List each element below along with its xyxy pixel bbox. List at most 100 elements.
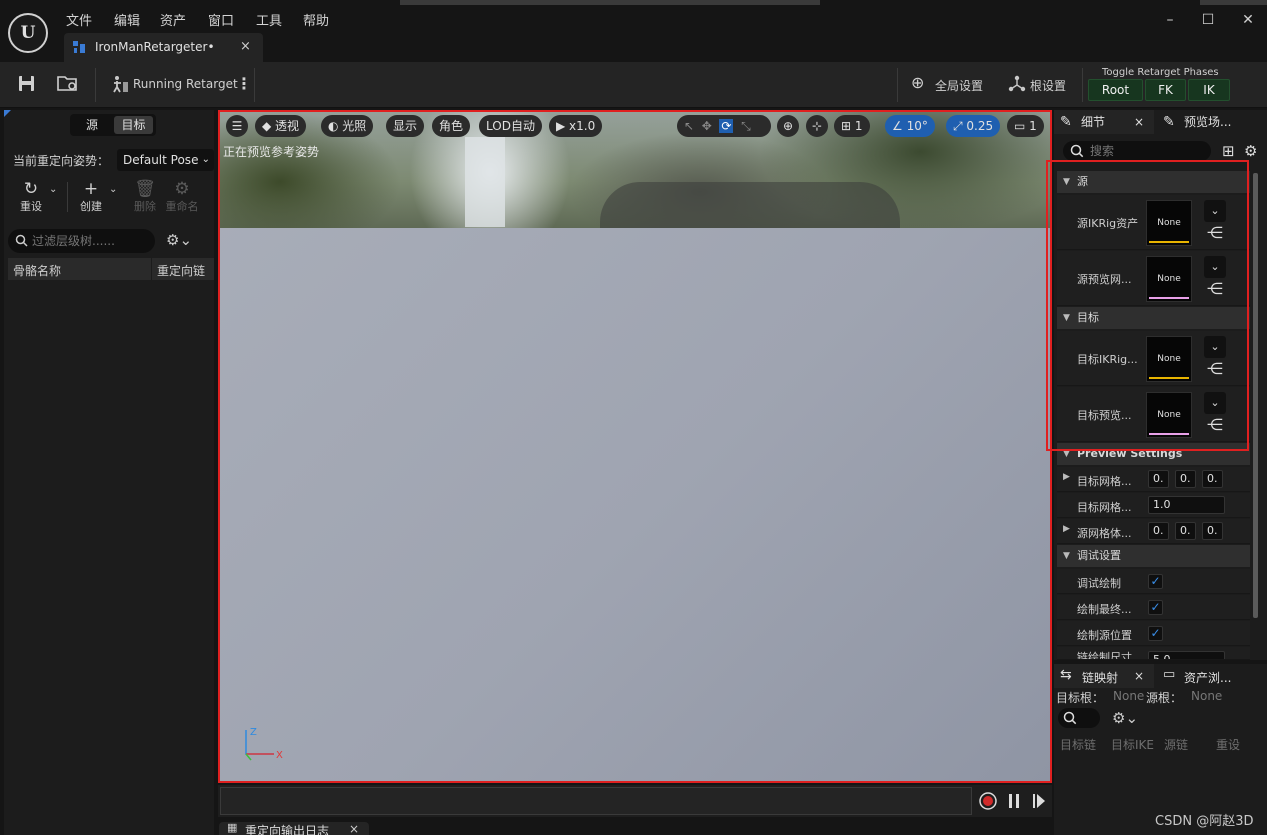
asset-thumbnail[interactable]: None [1146, 392, 1192, 438]
timeline-field[interactable] [220, 787, 972, 815]
camera-speed-button[interactable]: ▭ 1 [1007, 115, 1044, 137]
save-icon[interactable] [18, 75, 35, 92]
draw-final-checkbox[interactable]: ✓ [1148, 600, 1163, 615]
asset-picker-dropdown[interactable]: ⌄ [1204, 336, 1226, 358]
create-pose-button[interactable]: + 创建 [72, 180, 110, 214]
scale-field[interactable]: 1.0 [1148, 496, 1225, 514]
vector-y-field[interactable]: 0. [1175, 522, 1196, 540]
global-settings-button[interactable]: 全局设置 [935, 77, 983, 94]
retarget-log-tab[interactable]: ▦ 重定向输出日志 × [219, 822, 369, 835]
column-bone-name[interactable]: 骨骼名称 [13, 262, 61, 279]
close-icon[interactable]: × [349, 822, 359, 835]
root-settings-button[interactable]: 根设置 [1030, 77, 1066, 94]
chain-search[interactable] [1058, 708, 1100, 728]
maximize-button[interactable]: ☐ [1196, 12, 1220, 32]
document-tab[interactable]: IronManRetargeter• × [64, 33, 263, 62]
rename-pose-button[interactable]: ⚙ 重命名 [163, 180, 201, 214]
expand-arrow-icon[interactable]: ▶ [1063, 524, 1070, 534]
tab-target[interactable]: 目标 [114, 116, 153, 134]
phase-ik-toggle[interactable]: IK [1188, 79, 1230, 101]
play-speed-button[interactable]: ▶ x1.0 [549, 115, 603, 137]
running-retarget-label[interactable]: Running Retarget [133, 77, 238, 91]
table-view-icon[interactable]: ⊞ [1222, 142, 1235, 160]
asset-thumbnail[interactable]: None [1146, 336, 1192, 382]
delete-pose-button[interactable]: 🗑 删除 [126, 180, 164, 214]
asset-picker-dropdown[interactable]: ⌄ [1204, 200, 1226, 222]
grid-snap-button[interactable]: ⊞ 1 [834, 115, 870, 137]
more-options-icon[interactable]: ⋮ [236, 74, 252, 93]
vector-x-field[interactable]: 0. [1148, 522, 1169, 540]
column-retarget-chain[interactable]: 重定向链 [157, 262, 205, 279]
phase-fk-toggle[interactable]: FK [1145, 79, 1186, 101]
category-preview-settings[interactable]: ▼ Preview Settings [1057, 443, 1250, 465]
unreal-logo-icon[interactable]: U [8, 13, 48, 53]
coordinate-system-icon[interactable]: ⊕ [777, 115, 799, 137]
close-icon[interactable]: × [1134, 669, 1144, 683]
close-window-button[interactable]: ✕ [1236, 12, 1260, 32]
use-selected-asset-icon[interactable]: ⋲ [1204, 414, 1226, 436]
menu-help[interactable]: 帮助 [303, 10, 329, 29]
chain-draw-size-field[interactable]: 5.0 [1148, 651, 1225, 659]
surface-snap-icon[interactable]: ⊹ [806, 115, 828, 137]
details-scrollbar[interactable] [1253, 173, 1258, 618]
preview-scene-tab[interactable]: 预览场... [1184, 110, 1231, 134]
lighting-button[interactable]: ◐ 光照 [321, 115, 374, 137]
show-button[interactable]: 显示 [386, 115, 425, 137]
tab-source[interactable]: 源 [73, 116, 111, 134]
use-selected-asset-icon[interactable]: ⋲ [1204, 358, 1226, 380]
character-button[interactable]: 角色 [432, 115, 471, 137]
category-debug-settings[interactable]: ▼ 调试设置 [1057, 545, 1250, 567]
pause-icon[interactable] [1007, 792, 1021, 810]
asset-picker-dropdown[interactable]: ⌄ [1204, 392, 1226, 414]
gear-icon[interactable]: ⚙ [1244, 142, 1257, 160]
rotate-icon[interactable]: ⟳ [719, 119, 734, 133]
expand-arrow-icon[interactable]: ▶ [1063, 472, 1070, 482]
vector-z-field[interactable]: 0. [1202, 522, 1223, 540]
close-icon[interactable]: × [240, 39, 251, 54]
category-source[interactable]: ▼ 源 [1057, 171, 1250, 193]
menu-window[interactable]: 窗口 [208, 10, 234, 29]
asset-browser-tab[interactable]: 资产浏... [1184, 669, 1231, 686]
scale-snap-button[interactable]: ⤢ 0.25 [946, 115, 1001, 137]
translate-icon[interactable]: ✥ [702, 119, 712, 133]
debug-draw-checkbox[interactable]: ✓ [1148, 574, 1163, 589]
angle-snap-button[interactable]: ∠ 10° [885, 115, 935, 137]
select-icon[interactable]: ↖ [684, 119, 694, 133]
menu-file[interactable]: 文件 [66, 10, 92, 29]
preview-viewport[interactable]: ☰ ◆ 透视 ◐ 光照 显示 角色 LOD自动 ▶ x1.0 ↖ ✥ ⟳ ⤡ ⊕… [218, 110, 1052, 783]
viewport-menu-button[interactable]: ☰ [226, 115, 248, 137]
vector-x-field[interactable]: 0. [1148, 470, 1169, 488]
use-selected-asset-icon[interactable]: ⋲ [1204, 222, 1226, 244]
asset-thumbnail[interactable]: None [1146, 256, 1192, 302]
use-selected-asset-icon[interactable]: ⋲ [1204, 278, 1226, 300]
scale-icon[interactable]: ⤡ [741, 119, 751, 133]
menu-asset[interactable]: 资产 [160, 10, 186, 29]
chevron-down-icon[interactable]: ⌄ [49, 184, 57, 195]
bone-filter-input[interactable] [32, 232, 147, 250]
draw-source-checkbox[interactable]: ✓ [1148, 626, 1163, 641]
lod-button[interactable]: LOD自动 [479, 115, 542, 137]
phase-root-toggle[interactable]: Root [1088, 79, 1143, 101]
reset-pose-button[interactable]: ↻ 重设 [12, 180, 50, 214]
asset-thumbnail[interactable]: None [1146, 200, 1192, 246]
browse-folder-icon[interactable] [57, 74, 79, 92]
column-reset[interactable]: 重设 [1216, 736, 1240, 753]
pose-dropdown[interactable]: Default Pose ⌄ [117, 149, 214, 171]
vector-y-field[interactable]: 0. [1175, 470, 1196, 488]
column-source-chain[interactable]: 源链 [1164, 736, 1188, 753]
minimize-button[interactable]: – [1158, 12, 1182, 32]
step-forward-icon[interactable] [1031, 792, 1047, 810]
close-icon[interactable]: × [1134, 110, 1144, 134]
asset-picker-dropdown[interactable]: ⌄ [1204, 256, 1226, 278]
vector-z-field[interactable]: 0. [1202, 470, 1223, 488]
category-target[interactable]: ▼ 目标 [1057, 307, 1250, 329]
chevron-down-icon[interactable]: ⌄ [109, 184, 117, 195]
column-target-ik[interactable]: 目标IKE [1111, 736, 1154, 753]
settings-gear-icon[interactable]: ⚙⌄ [166, 231, 192, 249]
menu-tools[interactable]: 工具 [256, 10, 282, 29]
settings-gear-icon[interactable]: ⚙⌄ [1112, 709, 1138, 727]
details-search-input[interactable] [1090, 143, 1202, 159]
perspective-button[interactable]: ◆ 透视 [255, 115, 307, 137]
record-icon[interactable] [978, 791, 998, 811]
menu-edit[interactable]: 编辑 [114, 10, 140, 29]
